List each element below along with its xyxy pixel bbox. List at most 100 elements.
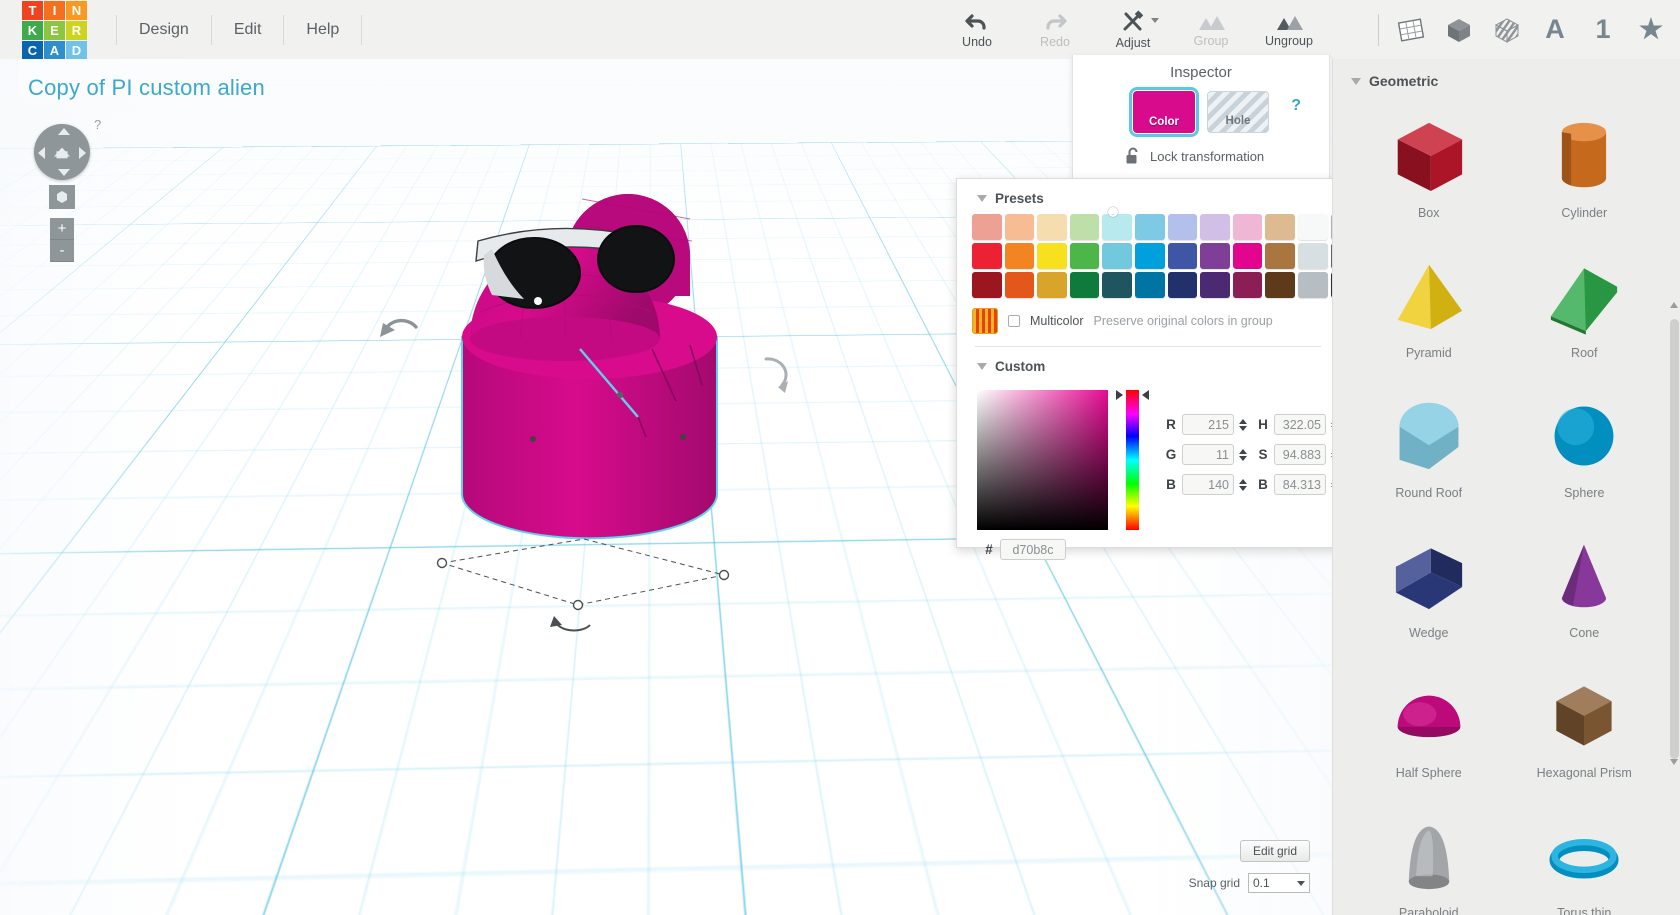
preset-swatch-13[interactable] xyxy=(1004,243,1035,269)
preset-swatch-3[interactable] xyxy=(1069,214,1100,240)
preset-swatch-16[interactable] xyxy=(1102,243,1132,269)
preset-swatch-21[interactable] xyxy=(1265,243,1295,269)
preset-swatch-26[interactable] xyxy=(1037,272,1067,298)
preset-swatch-0[interactable] xyxy=(972,214,1002,240)
zoom-out-button[interactable]: - xyxy=(50,240,74,262)
selection-handles[interactable] xyxy=(406,517,736,677)
inspector-hole-swatch[interactable]: Hole xyxy=(1207,91,1269,133)
preset-swatch-5[interactable] xyxy=(1134,214,1165,240)
workplane-grid-icon[interactable] xyxy=(1394,13,1428,47)
preset-swatch-9[interactable] xyxy=(1265,214,1295,240)
undo-button[interactable]: Undo xyxy=(938,0,1016,59)
preset-swatch-17[interactable] xyxy=(1134,243,1165,269)
multicolor-swatch[interactable] xyxy=(972,308,998,334)
shape-item-pyramid[interactable]: Pyramid xyxy=(1351,237,1507,373)
collapse-triangle-icon[interactable] xyxy=(977,363,987,370)
canvas-help-icon[interactable]: ? xyxy=(94,117,101,132)
b-stepper[interactable] xyxy=(1239,478,1247,491)
inspector-color-swatch[interactable]: Color xyxy=(1129,87,1199,137)
nav-down-arrow-icon[interactable] xyxy=(58,169,70,176)
collapse-triangle-icon[interactable] xyxy=(977,195,987,202)
preset-swatch-30[interactable] xyxy=(1167,272,1198,298)
preset-swatch-24[interactable] xyxy=(972,272,1002,298)
snap-grid-select[interactable]: 0.1 xyxy=(1248,873,1310,893)
preset-swatch-34[interactable] xyxy=(1297,272,1328,298)
g-input[interactable] xyxy=(1182,444,1234,465)
shape-item-cylinder[interactable]: Cylinder xyxy=(1507,97,1663,233)
lock-transformation-toggle[interactable]: Lock transformation xyxy=(1125,147,1329,165)
menu-item-help[interactable]: Help xyxy=(284,14,363,45)
preset-swatch-8[interactable] xyxy=(1232,214,1263,240)
shape-item-wedge[interactable]: Wedge xyxy=(1351,517,1507,653)
collapse-triangle-icon[interactable] xyxy=(1351,77,1361,85)
edit-grid-button[interactable]: Edit grid xyxy=(1239,840,1310,862)
brightness-input[interactable] xyxy=(1274,474,1326,495)
preset-swatch-14[interactable] xyxy=(1037,243,1067,269)
nav-up-arrow-icon[interactable] xyxy=(58,128,70,135)
view-navigation-widget[interactable] xyxy=(34,124,90,180)
adjust-button[interactable]: Adjust xyxy=(1094,0,1172,59)
sv-cursor-handle[interactable] xyxy=(1108,207,1118,217)
star-favorites-icon[interactable]: ★ xyxy=(1634,13,1668,47)
preset-swatch-6[interactable] xyxy=(1167,214,1198,240)
shape-item-box[interactable]: Box xyxy=(1351,97,1507,233)
preset-swatch-7[interactable] xyxy=(1200,214,1230,240)
preset-swatch-32[interactable] xyxy=(1232,272,1263,298)
menu-item-edit[interactable]: Edit xyxy=(212,14,285,45)
shape-item-hexagonal-prism[interactable]: Hexagonal Prism xyxy=(1507,657,1663,793)
menu-item-design[interactable]: Design xyxy=(116,14,212,45)
preset-swatch-33[interactable] xyxy=(1265,272,1295,298)
shape-item-roof[interactable]: Roof xyxy=(1507,237,1663,373)
zoom-in-button[interactable]: + xyxy=(50,218,74,240)
b-input[interactable] xyxy=(1182,474,1234,495)
preset-swatch-20[interactable] xyxy=(1230,241,1265,271)
rotate-handle-right[interactable] xyxy=(752,339,812,399)
preset-swatch-18[interactable] xyxy=(1167,243,1198,269)
hue-slider[interactable] xyxy=(1115,390,1149,530)
hole-cube-icon[interactable] xyxy=(1490,13,1524,47)
fit-view-icon[interactable] xyxy=(49,185,75,209)
alien-model[interactable] xyxy=(380,149,788,669)
solid-cube-icon[interactable] xyxy=(1442,13,1476,47)
r-stepper[interactable] xyxy=(1239,418,1247,431)
shape-panel-scrollbar[interactable] xyxy=(1670,319,1679,759)
shape-item-sphere[interactable]: Sphere xyxy=(1507,377,1663,513)
preset-swatch-1[interactable] xyxy=(1004,214,1035,240)
preset-swatch-28[interactable] xyxy=(1102,272,1132,298)
adjust-caret-icon[interactable] xyxy=(1151,18,1159,23)
ungroup-button[interactable]: Ungroup xyxy=(1250,0,1328,59)
preset-swatch-31[interactable] xyxy=(1200,272,1230,298)
multicolor-checkbox[interactable] xyxy=(1008,315,1020,327)
rotate-handle-left[interactable] xyxy=(370,299,430,359)
preset-swatch-29[interactable] xyxy=(1134,272,1165,298)
r-input[interactable] xyxy=(1182,414,1234,435)
preset-swatch-27[interactable] xyxy=(1069,272,1100,298)
preset-swatch-25[interactable] xyxy=(1004,272,1035,298)
redo-button[interactable]: Redo xyxy=(1016,0,1094,59)
nav-right-arrow-icon[interactable] xyxy=(79,147,86,159)
shape-item-cone[interactable]: Cone xyxy=(1507,517,1663,653)
page-title[interactable]: Copy of PI custom alien xyxy=(18,59,291,115)
shape-item-half-sphere[interactable]: Half Sphere xyxy=(1351,657,1507,793)
s-input[interactable] xyxy=(1274,444,1326,465)
shape-item-torus-thin[interactable]: Torus thin xyxy=(1507,797,1663,915)
shape-item-round-roof[interactable]: Round Roof xyxy=(1351,377,1507,513)
preset-swatch-15[interactable] xyxy=(1069,243,1100,269)
number-one-icon[interactable]: 1 xyxy=(1586,13,1620,47)
nav-left-arrow-icon[interactable] xyxy=(38,147,45,159)
group-button[interactable]: Group xyxy=(1172,0,1250,59)
hex-input[interactable] xyxy=(1000,539,1066,560)
text-a-icon[interactable]: A xyxy=(1538,13,1572,47)
preset-swatch-4[interactable] xyxy=(1102,214,1132,240)
h-input[interactable] xyxy=(1274,414,1326,435)
tinkercad-logo[interactable]: TIN KER CAD xyxy=(22,0,90,60)
preset-swatch-22[interactable] xyxy=(1297,243,1328,269)
scroll-down-icon[interactable] xyxy=(1670,759,1678,765)
preset-swatch-19[interactable] xyxy=(1200,243,1230,269)
inspector-help-icon[interactable]: ? xyxy=(1291,97,1301,115)
saturation-value-box[interactable] xyxy=(977,390,1108,530)
preset-swatch-2[interactable] xyxy=(1037,214,1067,240)
preset-swatch-12[interactable] xyxy=(972,243,1002,269)
scroll-up-icon[interactable] xyxy=(1670,302,1678,308)
preset-swatch-10[interactable] xyxy=(1297,214,1328,240)
